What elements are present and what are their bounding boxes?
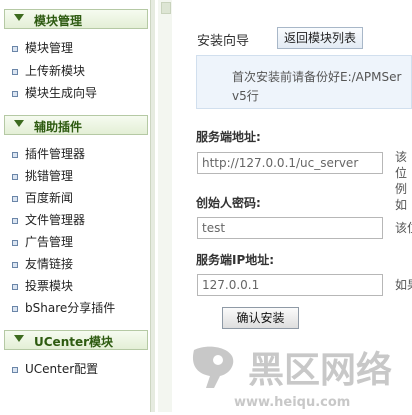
watermark-logo-icon: 黑区网络 www.heiqu.com — [192, 346, 392, 410]
sidebar-item-label: 文件管理器 — [25, 213, 86, 227]
bullet-icon — [12, 45, 18, 52]
sidebar-item-plugin-manager[interactable]: 插件管理器 — [12, 146, 85, 162]
sidebar-item-ucenter-config[interactable]: UCenter配置 — [12, 361, 98, 377]
server-ip-hint: 如果 — [395, 278, 412, 292]
sidebar-item-label: 百度新闻 — [25, 191, 74, 205]
watermark-url-text: www.heiqu.com — [234, 395, 350, 410]
bullet-icon — [12, 261, 18, 268]
back-to-module-list-button[interactable]: 返回模块列表 — [277, 27, 364, 49]
bullet-icon — [12, 305, 18, 312]
notice-box: 首次安装前请备份好E:/APMServ5行 — [196, 55, 412, 109]
sidebar-item-label: UCenter配置 — [25, 362, 99, 376]
sidebar-item-label: 挑错管理 — [25, 169, 74, 183]
founder-password-label: 创始人密码: — [196, 196, 261, 210]
server-url-hint: 该位例如 — [395, 150, 408, 212]
founder-password-hint: 该位 — [395, 221, 412, 235]
confirm-install-button[interactable]: 确认安装 — [222, 307, 299, 329]
section-title: 辅助插件 — [34, 120, 83, 134]
sidebar-item-baidu-news[interactable]: 百度新闻 — [12, 190, 73, 206]
collapse-arrow-icon — [14, 335, 24, 342]
bullet-icon — [12, 283, 18, 290]
collapse-arrow-icon — [14, 120, 24, 127]
sidebar-item-label: 友情链接 — [25, 257, 74, 271]
sidebar-item-ad-management[interactable]: 广告管理 — [12, 234, 73, 250]
sidebar-item-error-report[interactable]: 挑错管理 — [12, 168, 73, 184]
notice-text: 首次安装前请备份好E:/APMServ5行 — [232, 70, 402, 103]
sidebar-item-label: 模块生成向导 — [25, 86, 98, 100]
sidebar-item-label: 投票模块 — [25, 279, 74, 293]
founder-password-input[interactable] — [197, 217, 383, 239]
sidebar-item-label: bShare分享插件 — [25, 301, 116, 315]
sidebar-item-label: 插件管理器 — [25, 147, 86, 161]
bullet-icon — [12, 366, 18, 373]
sidebar-item-label: 广告管理 — [25, 235, 74, 249]
section-header-module-management[interactable]: 模块管理 — [4, 9, 148, 29]
bullet-icon — [12, 151, 18, 158]
server-url-label: 服务端地址: — [196, 130, 261, 144]
sidebar-item-vote-module[interactable]: 投票模块 — [12, 278, 73, 294]
section-header-ucenter[interactable]: UCenter模块 — [4, 330, 148, 350]
sidebar-item-bshare-plugin[interactable]: bShare分享插件 — [12, 300, 115, 316]
frame-gutter — [158, 0, 172, 412]
server-ip-input[interactable] — [197, 274, 383, 296]
bullet-icon — [12, 68, 18, 75]
section-header-plugins[interactable]: 辅助插件 — [4, 115, 148, 135]
section-title: 模块管理 — [34, 14, 83, 28]
bullet-icon — [12, 90, 18, 97]
sidebar-item-friend-links[interactable]: 友情链接 — [12, 256, 73, 272]
sidebar-item-module-management[interactable]: 模块管理 — [12, 40, 73, 56]
sidebar-divider[interactable] — [150, 0, 155, 412]
bullet-icon — [12, 173, 18, 180]
sidebar-item-upload-module[interactable]: 上传新模块 — [12, 63, 85, 79]
scroll-handle[interactable] — [161, 2, 171, 14]
server-url-input[interactable] — [197, 152, 383, 174]
bullet-icon — [12, 217, 18, 224]
sidebar-item-module-wizard[interactable]: 模块生成向导 — [12, 85, 97, 101]
sidebar-item-file-manager[interactable]: 文件管理器 — [12, 212, 85, 228]
watermark-brand-text: 黑区网络 — [248, 349, 392, 391]
server-ip-label: 服务端IP地址: — [196, 253, 275, 267]
page-title: 安装向导 — [197, 34, 250, 49]
sidebar-item-label: 模块管理 — [25, 41, 74, 55]
section-title: UCenter模块 — [34, 335, 114, 349]
bullet-icon — [12, 195, 18, 202]
collapse-arrow-icon — [14, 14, 24, 21]
sidebar-item-label: 上传新模块 — [25, 64, 86, 78]
watermark: 黑区网络 www.heiqu.com — [186, 344, 412, 412]
sidebar: 模块管理 模块管理 上传新模块 模块生成向导 辅助插件 插件管理器 挑错管理 百… — [0, 0, 155, 412]
bullet-icon — [12, 239, 18, 246]
